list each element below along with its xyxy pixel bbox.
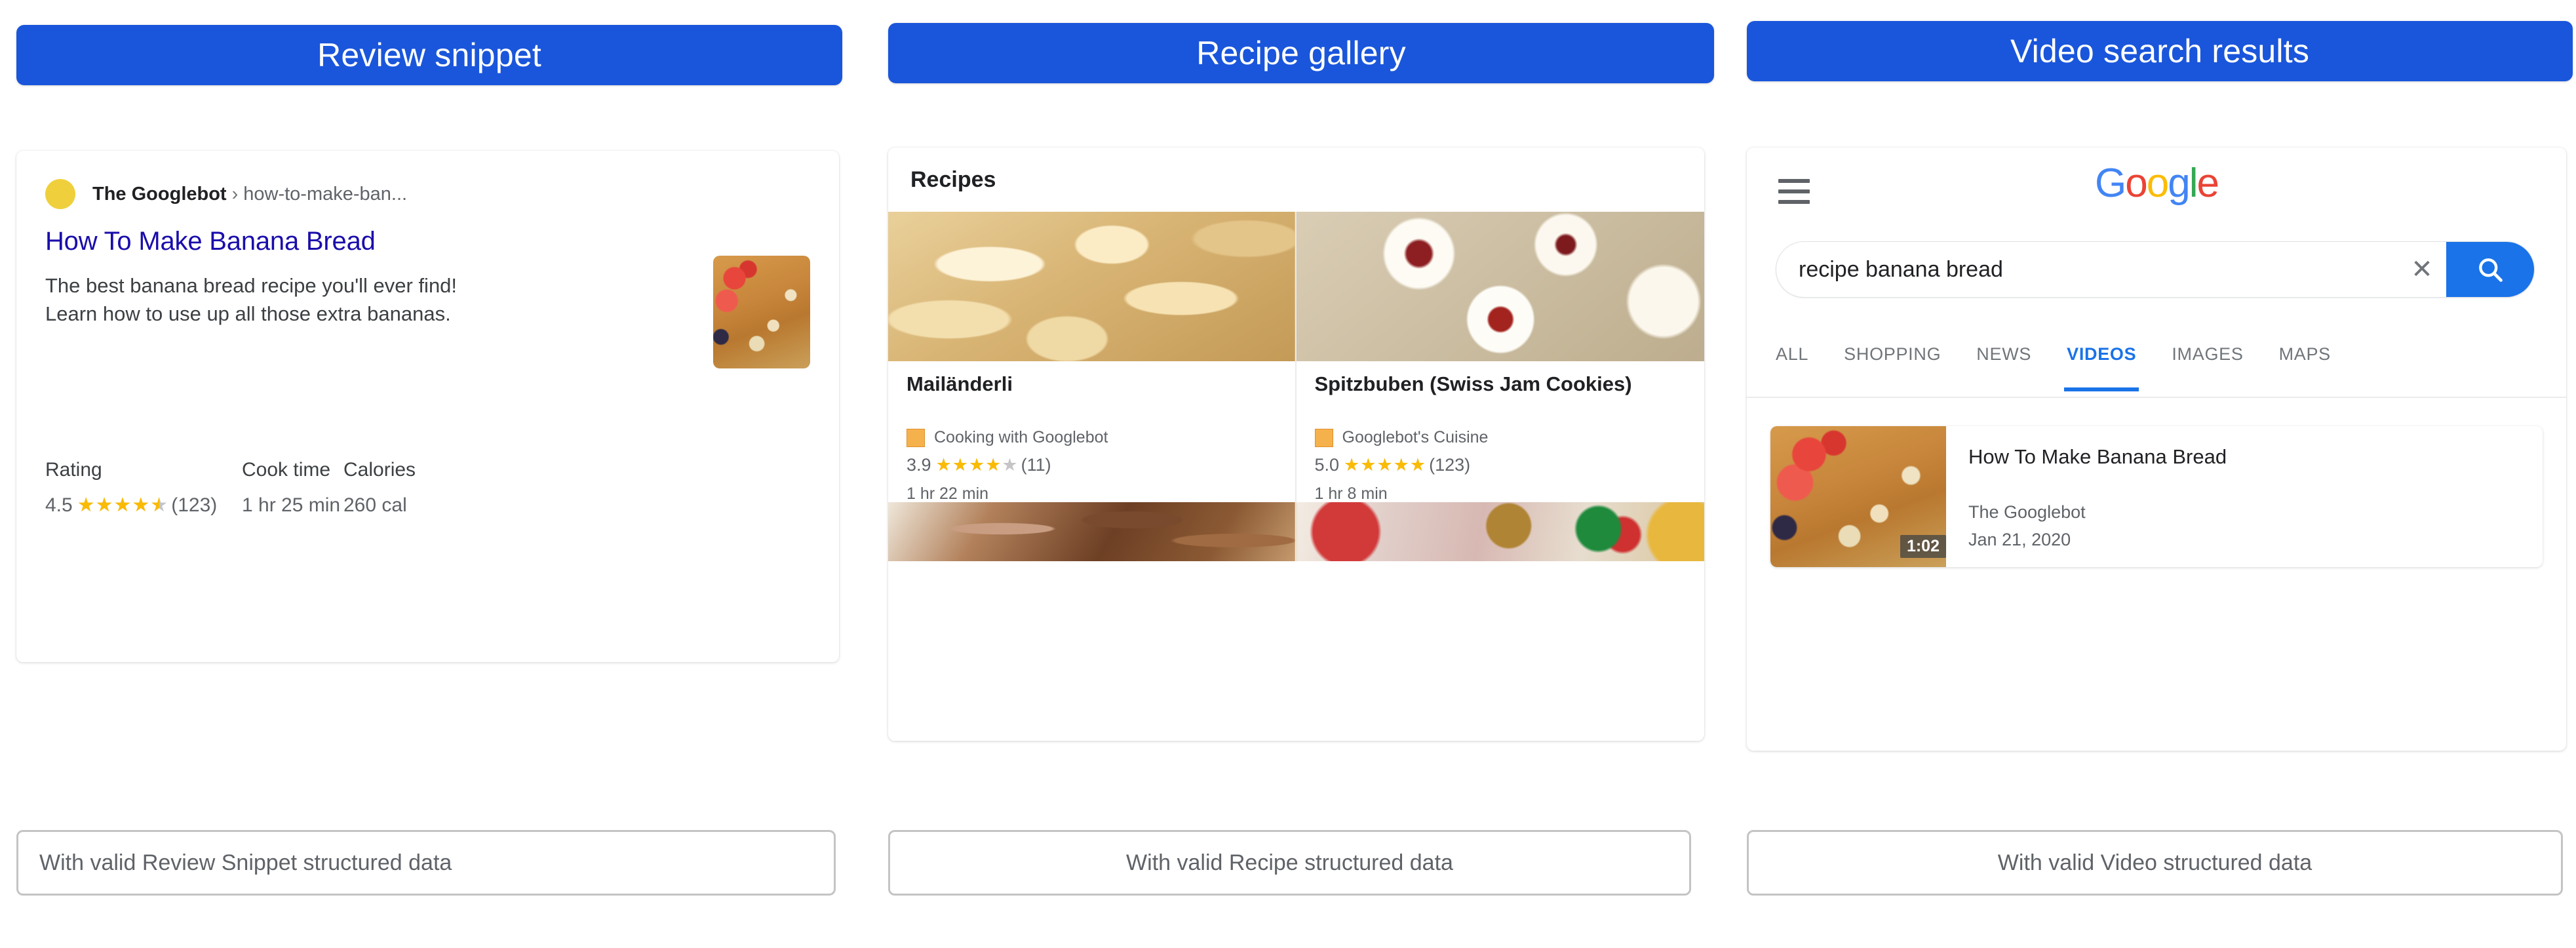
meta-calories-value: 260 cal [343,494,407,516]
meta-rating-label: Rating [45,459,102,481]
header-pill-recipe-gallery: Recipe gallery [888,23,1714,83]
clear-search-icon[interactable]: ✕ [2398,256,2446,283]
site-row: The Googlebot › how-to-make-ban... [45,179,810,209]
caption-recipe-gallery: With valid Recipe structured data [888,830,1691,896]
recipe-grid: Mailänderli Cooking with Googlebot 3.9 ★… [888,212,1704,561]
search-bar[interactable]: recipe banana bread ✕ [1776,241,2535,298]
site-name: The Googlebot [92,183,227,205]
video-result-card[interactable]: 1:02 How To Make Banana Bread The Google… [1770,426,2543,567]
favicon-icon [1314,428,1333,447]
meta-cook-time-value: 1 hr 25 min [242,494,341,516]
result-thumbnail-image[interactable] [713,256,810,368]
recipe-image[interactable] [1296,212,1704,361]
star-rating-icon: ★★★★★ ★★★★★ [1344,455,1427,475]
recipe-cook-time: 1 hr 22 min [907,484,989,503]
video-info: How To Make Banana Bread The Googlebot J… [1946,426,2543,567]
caption-review-snippet: With valid Review Snippet structured dat… [16,830,836,896]
rating-score: 5.0 [1314,455,1340,475]
header-label: Video search results [2010,33,2310,69]
recipe-image-next[interactable] [1296,502,1704,561]
column-review-snippet: Review snippet The Googlebot › how-to-make… [16,0,842,948]
recipe-image-next[interactable] [888,502,1295,561]
caption-label: With valid Recipe structured data [1126,850,1453,875]
column-recipe-gallery: Recipe gallery Recipes Mailänderli Cooki… [888,0,1714,948]
search-icon [2479,258,2503,282]
rating-count: (123) [1429,455,1471,475]
caption-label: With valid Video structured data [1997,850,2313,875]
meta-cook-time: Cook time 1 hr 25 min [242,460,343,515]
tab-shopping[interactable]: SHOPPING [1844,338,1941,391]
recipe-title[interactable]: Spitzbuben (Swiss Jam Cookies) [1315,372,1687,422]
recipe-rating-row: 5.0 ★★★★★ ★★★★★ (123) [1315,455,1687,475]
meta-calories-label: Calories [343,459,416,481]
recipe-image[interactable] [888,212,1295,361]
search-tabs: ALL SHOPPING NEWS VIDEOS IMAGES MAPS [1747,338,2566,398]
star-rating-icon: ★★★★★ ★★★★★ [77,494,169,516]
video-duration-badge: 1:02 [1900,534,1946,558]
google-logo: Google [2095,161,2219,206]
recipe-title[interactable]: Mailänderli [907,372,1277,422]
logo-letter-e: e [2196,161,2219,206]
video-thumbnail[interactable]: 1:02 [1770,426,1946,567]
rating-count: (123) [171,494,218,516]
url-path: how-to-make-ban... [243,183,408,205]
meta-calories: Calories 260 cal [343,460,475,515]
result-meta-row: Rating 4.5 ★★★★★ ★★★★★ (123) Cook time [45,460,810,515]
tab-news[interactable]: NEWS [1976,338,2031,391]
recipe-cook-time: 1 hr 8 min [1314,484,1388,503]
rating-count: (11) [1021,455,1051,475]
header-label: Review snippet [317,37,541,73]
tab-all[interactable]: ALL [1776,338,1808,391]
recipe-source-name: Cooking with Googlebot [934,428,1108,446]
chevron-right-icon: › [231,183,239,205]
star-rating-icon: ★★★★★ ★★★★★ [935,455,1019,475]
header-pill-video-search: Video search results [1747,21,2573,81]
logo-letter-o2: o [2146,161,2170,206]
header-label: Recipe gallery [1196,35,1406,71]
rating-score: 4.5 [45,494,73,516]
rating-score: 3.9 [907,455,931,475]
tab-videos[interactable]: VIDEOS [2064,338,2139,391]
meta-rating: Rating 4.5 ★★★★★ ★★★★★ (123) [45,460,242,515]
recipe-card-0[interactable]: Mailänderli Cooking with Googlebot 3.9 ★… [888,212,1297,561]
recipe-card-1[interactable]: Spitzbuben (Swiss Jam Cookies) Googlebot… [1296,212,1704,561]
result-description: The best banana bread recipe you'll ever… [45,273,458,325]
video-search-card: Google recipe banana bread ✕ ALL SHOPPIN… [1747,148,2566,751]
favicon-icon [45,179,75,209]
recipes-section-header: Recipes [888,148,1704,212]
tab-images[interactable]: IMAGES [2172,338,2243,391]
column-video-search: Video search results Google recipe banan… [1747,0,2573,948]
recipe-rating-row: 3.9 ★★★★★ ★★★★★ (11) [907,455,1277,475]
logo-letter-o1: o [2125,161,2148,206]
tab-maps[interactable]: MAPS [2279,338,2331,391]
review-snippet-card[interactable]: The Googlebot › how-to-make-ban... How To … [16,151,839,662]
header-pill-review-snippet: Review snippet [16,25,842,85]
breadcrumb: The Googlebot › how-to-make-ban... [92,183,408,205]
caption-video-search: With valid Video structured data [1747,830,2563,896]
logo-letter-G: G [2095,161,2126,206]
recipe-source: Cooking with Googlebot [907,428,1277,447]
comparison-layout: Review snippet The Googlebot › how-to-make… [0,0,2576,948]
video-title[interactable]: How To Make Banana Bread [1968,444,2520,470]
section-title: Recipes [910,167,996,192]
result-title-link[interactable]: How To Make Banana Bread [45,227,810,256]
search-header: Google [1747,148,2566,226]
video-channel: The Googlebot [1968,502,2086,522]
recipe-source: Googlebot's Cuisine [1314,428,1687,447]
favicon-icon [907,428,925,447]
recipe-source-name: Googlebot's Cuisine [1342,428,1489,446]
hamburger-menu-icon[interactable] [1778,179,1810,204]
caption-label: With valid Review Snippet structured dat… [39,850,452,875]
video-date: Jan 21, 2020 [1968,529,2071,549]
logo-letter-l: l [2189,161,2198,206]
meta-cook-time-label: Cook time [242,459,331,481]
search-input[interactable]: recipe banana bread [1776,257,2398,283]
logo-letter-g: g [2168,161,2191,206]
recipe-gallery-card[interactable]: Recipes Mailänderli Cooking with Googleb… [888,148,1704,741]
search-submit-button[interactable] [2446,242,2534,297]
rating-row: 4.5 ★★★★★ ★★★★★ (123) [45,496,242,515]
